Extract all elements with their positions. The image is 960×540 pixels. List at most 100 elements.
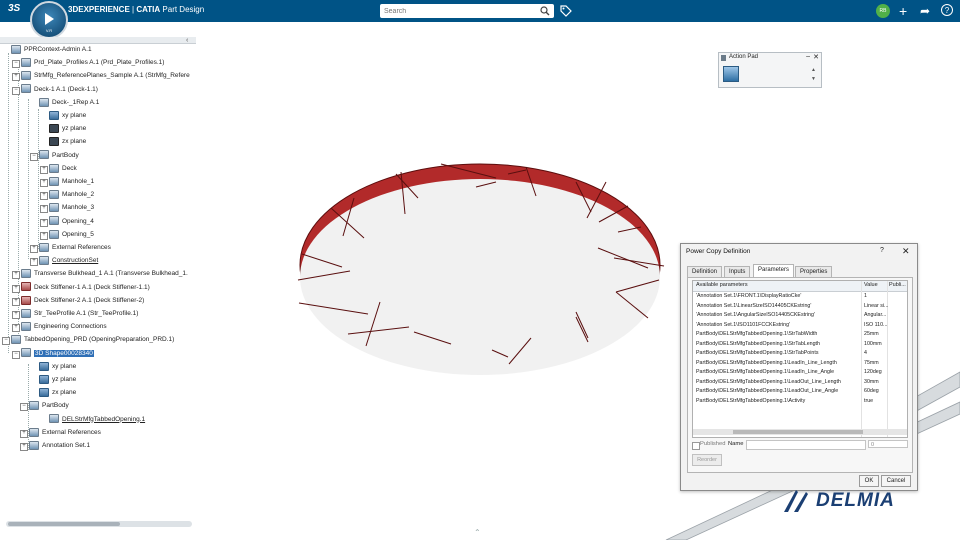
param-value-cell[interactable]: true [864,397,892,407]
param-value-cell[interactable]: 4 [864,349,892,359]
tree-node[interactable]: PartBody [39,150,79,162]
tree-expander-icon[interactable]: + [12,271,20,280]
tree-scrollbar-thumb[interactable] [8,522,120,526]
table-scrollbar-thumb[interactable] [733,430,863,434]
tree-node[interactable]: Prd_Plate_Profiles A.1 (Prd_Plate_Profil… [21,57,164,69]
table-row[interactable]: PartBody\DELStrMfgTabbedOpening.1\LeadOu… [693,387,907,397]
tree-node[interactable]: Deck Stiffener-1 A.1 (Deck Stiffener-1.1… [21,282,150,294]
table-row[interactable]: PartBody\DELStrMfgTabbedOpening.1\StrTab… [693,340,907,350]
avatar[interactable]: RB [876,4,890,18]
close-icon[interactable]: ✕ [902,246,910,257]
scroll-down-icon[interactable]: ▼ [811,76,816,82]
search-input[interactable] [380,4,534,18]
tree-expander-icon[interactable]: + [12,284,20,293]
published-checkbox[interactable] [692,442,700,450]
tree-expander-icon[interactable]: − [12,86,20,95]
search-icon[interactable] [540,6,550,16]
help-icon[interactable]: ? [880,247,884,254]
table-row[interactable]: 'Annotation Set.1\LinearSizeISO14405CKEs… [693,302,907,312]
table-row[interactable]: 'Annotation Set.1\FRONT.1\DisplayRatioCk… [693,292,907,302]
tree-expander-icon[interactable]: + [30,245,38,253]
table-row[interactable]: 'Annotation Set.1\ISO1101FCCKEstring' ISO… [693,321,907,331]
tree-expander-icon[interactable]: + [20,429,28,438]
tree-node[interactable]: Deck-_1Rep A.1 [39,97,99,109]
tree-node[interactable]: TabbedOpening_PRD (OpeningPreparation_PR… [11,334,174,346]
collapse-tree-icon[interactable]: ‹ [186,37,188,44]
help-icon[interactable]: ? [941,4,953,16]
table-row[interactable]: 'Annotation Set.1\AngularSizeISO14405CKE… [693,311,907,321]
param-value-cell[interactable]: 25mm [864,330,892,340]
tree-expander-icon[interactable]: + [40,218,48,227]
tree-node[interactable]: Transverse Bulkhead_1 A.1 (Transverse Bu… [21,268,188,280]
tree-node[interactable]: yz plane [49,123,86,135]
tree-expander-icon[interactable]: − [12,350,20,359]
tree-node[interactable]: Opening_4 [49,216,94,228]
tree-node[interactable]: Manhole_3 [49,202,94,214]
tree-node[interactable]: zx plane [49,136,86,148]
search-box[interactable] [380,4,554,18]
reorder-button[interactable]: Reorder [692,454,722,466]
table-row[interactable]: PartBody\DELStrMfgTabbedOpening.1\LeadIn… [693,359,907,369]
tree-node[interactable]: zx plane [39,387,76,399]
tree-expander-icon[interactable]: + [40,179,48,187]
param-value-cell[interactable]: 75mm [864,359,892,369]
tree-expander-icon[interactable]: + [40,192,48,201]
param-value-cell[interactable]: Angular... [864,311,892,321]
tree-node[interactable]: Manhole_2 [49,189,94,201]
minimize-icon[interactable]: – [806,53,810,60]
tree-expander-icon[interactable]: − [2,337,10,346]
name-field[interactable] [746,440,866,450]
tree-expander-icon[interactable]: + [40,205,48,214]
tree-expander-icon[interactable]: + [12,324,20,333]
param-value-cell[interactable]: Linear si... [864,302,892,312]
tree-expander-icon[interactable]: + [30,258,38,267]
expand-panel-icon[interactable]: ⌃ [474,528,481,537]
number-field[interactable]: 0 [868,440,908,448]
table-row[interactable]: PartBody\DELStrMfgTabbedOpening.1\StrTab… [693,330,907,340]
tree-node[interactable]: Annotation Set.1 [29,440,90,452]
tree-expander-icon[interactable]: − [30,152,38,161]
plus-icon[interactable]: + [899,4,907,18]
tree-node[interactable]: PartBody [29,400,69,412]
table-row[interactable]: PartBody\DELStrMfgTabbedOpening.1\Activi… [693,397,907,407]
share-icon[interactable]: ➦ [920,4,930,18]
tree-node[interactable]: StrMfg_ReferencePlanes_Sample A.1 (StrMf… [21,70,190,82]
table-row[interactable]: PartBody\DELStrMfgTabbedOpening.1\LeadOu… [693,378,907,388]
tree-node[interactable]: Engineering Connections [21,321,107,333]
param-value-cell[interactable]: 120deg [864,368,892,378]
param-value-cell[interactable]: 100mm [864,340,892,350]
tree-node[interactable]: External References [39,242,111,254]
param-value-cell[interactable]: 60deg [864,387,892,397]
tree-node[interactable]: External References [29,427,101,439]
tree-expander-icon[interactable]: + [40,165,48,174]
tree-expander-icon[interactable]: + [12,297,20,306]
tree-node[interactable]: Deck Stiffener-2 A.1 (Deck Stiffener-2) [21,295,144,307]
tree-node[interactable]: 3D Shape00028340 [21,348,94,360]
tree-expander-icon[interactable]: − [20,403,28,412]
param-value-cell[interactable]: 30mm [864,378,892,388]
tree-node[interactable]: xy plane [49,110,86,122]
tree-node[interactable]: Deck [49,163,77,175]
tree-node[interactable]: Deck-1 A.1 (Deck-1.1) [21,84,98,96]
param-value-cell[interactable]: 1 [864,292,892,302]
column-header[interactable]: Publi... [889,282,906,288]
tree-node[interactable]: Opening_5 [49,229,94,241]
tree-expander-icon[interactable]: + [20,443,28,451]
table-row[interactable]: PartBody\DELStrMfgTabbedOpening.1\StrTab… [693,349,907,359]
tag-icon[interactable] [560,5,572,17]
tree-expander-icon[interactable]: + [12,311,20,319]
tree-node[interactable]: Str_TeeProfile A.1 (Str_TeeProfile.1) [21,308,138,320]
column-header[interactable]: Available parameters [696,282,748,288]
table-row[interactable]: PartBody\DELStrMfgTabbedOpening.1\LeadIn… [693,368,907,378]
tree-expander-icon[interactable]: + [40,231,48,240]
scroll-up-icon[interactable]: ▲ [811,67,816,73]
compass-icon[interactable]: V.R [30,1,68,39]
tree-node[interactable]: ConstructionSet [39,255,98,267]
tab-parameters[interactable]: Parameters [753,264,795,278]
param-value-cell[interactable]: ISO 110... [864,321,892,331]
column-header[interactable]: Value [864,282,878,288]
close-icon[interactable]: ✕ [813,53,819,61]
tree-expander-icon[interactable]: − [12,60,20,69]
tree-node[interactable]: Manhole_1 [49,176,94,188]
tree-node[interactable]: yz plane [39,374,76,386]
